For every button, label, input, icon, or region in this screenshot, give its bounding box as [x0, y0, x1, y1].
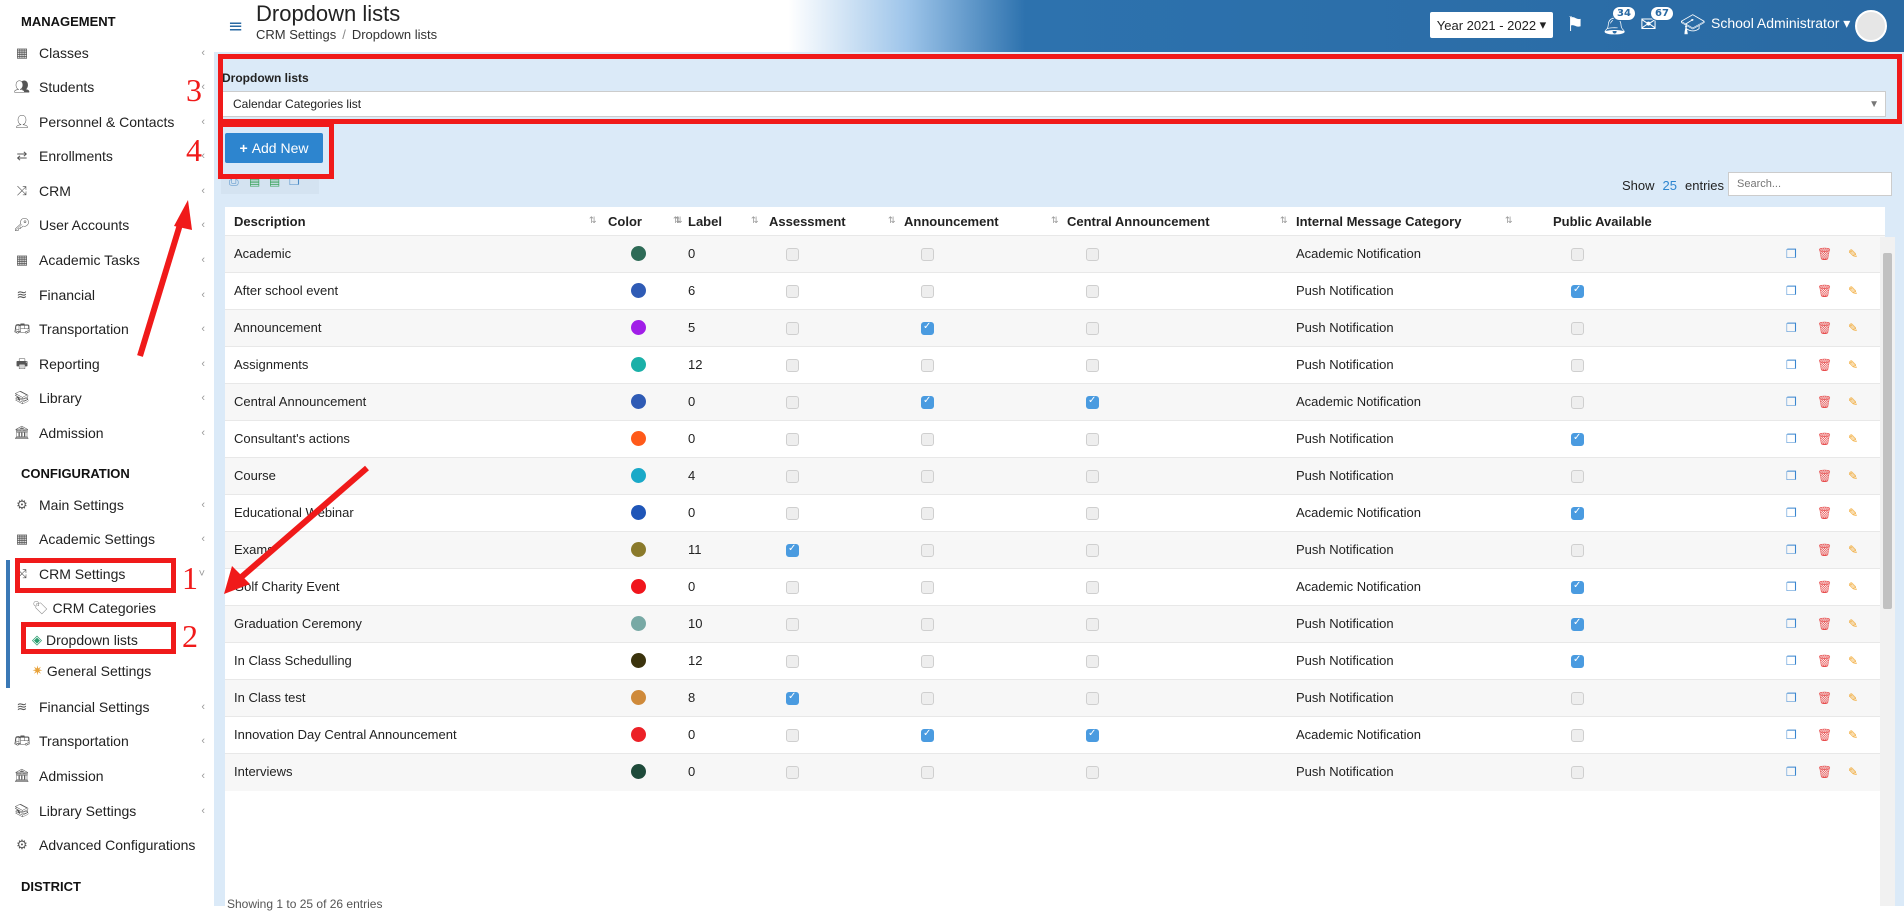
annotation-arrows [137, 200, 369, 594]
